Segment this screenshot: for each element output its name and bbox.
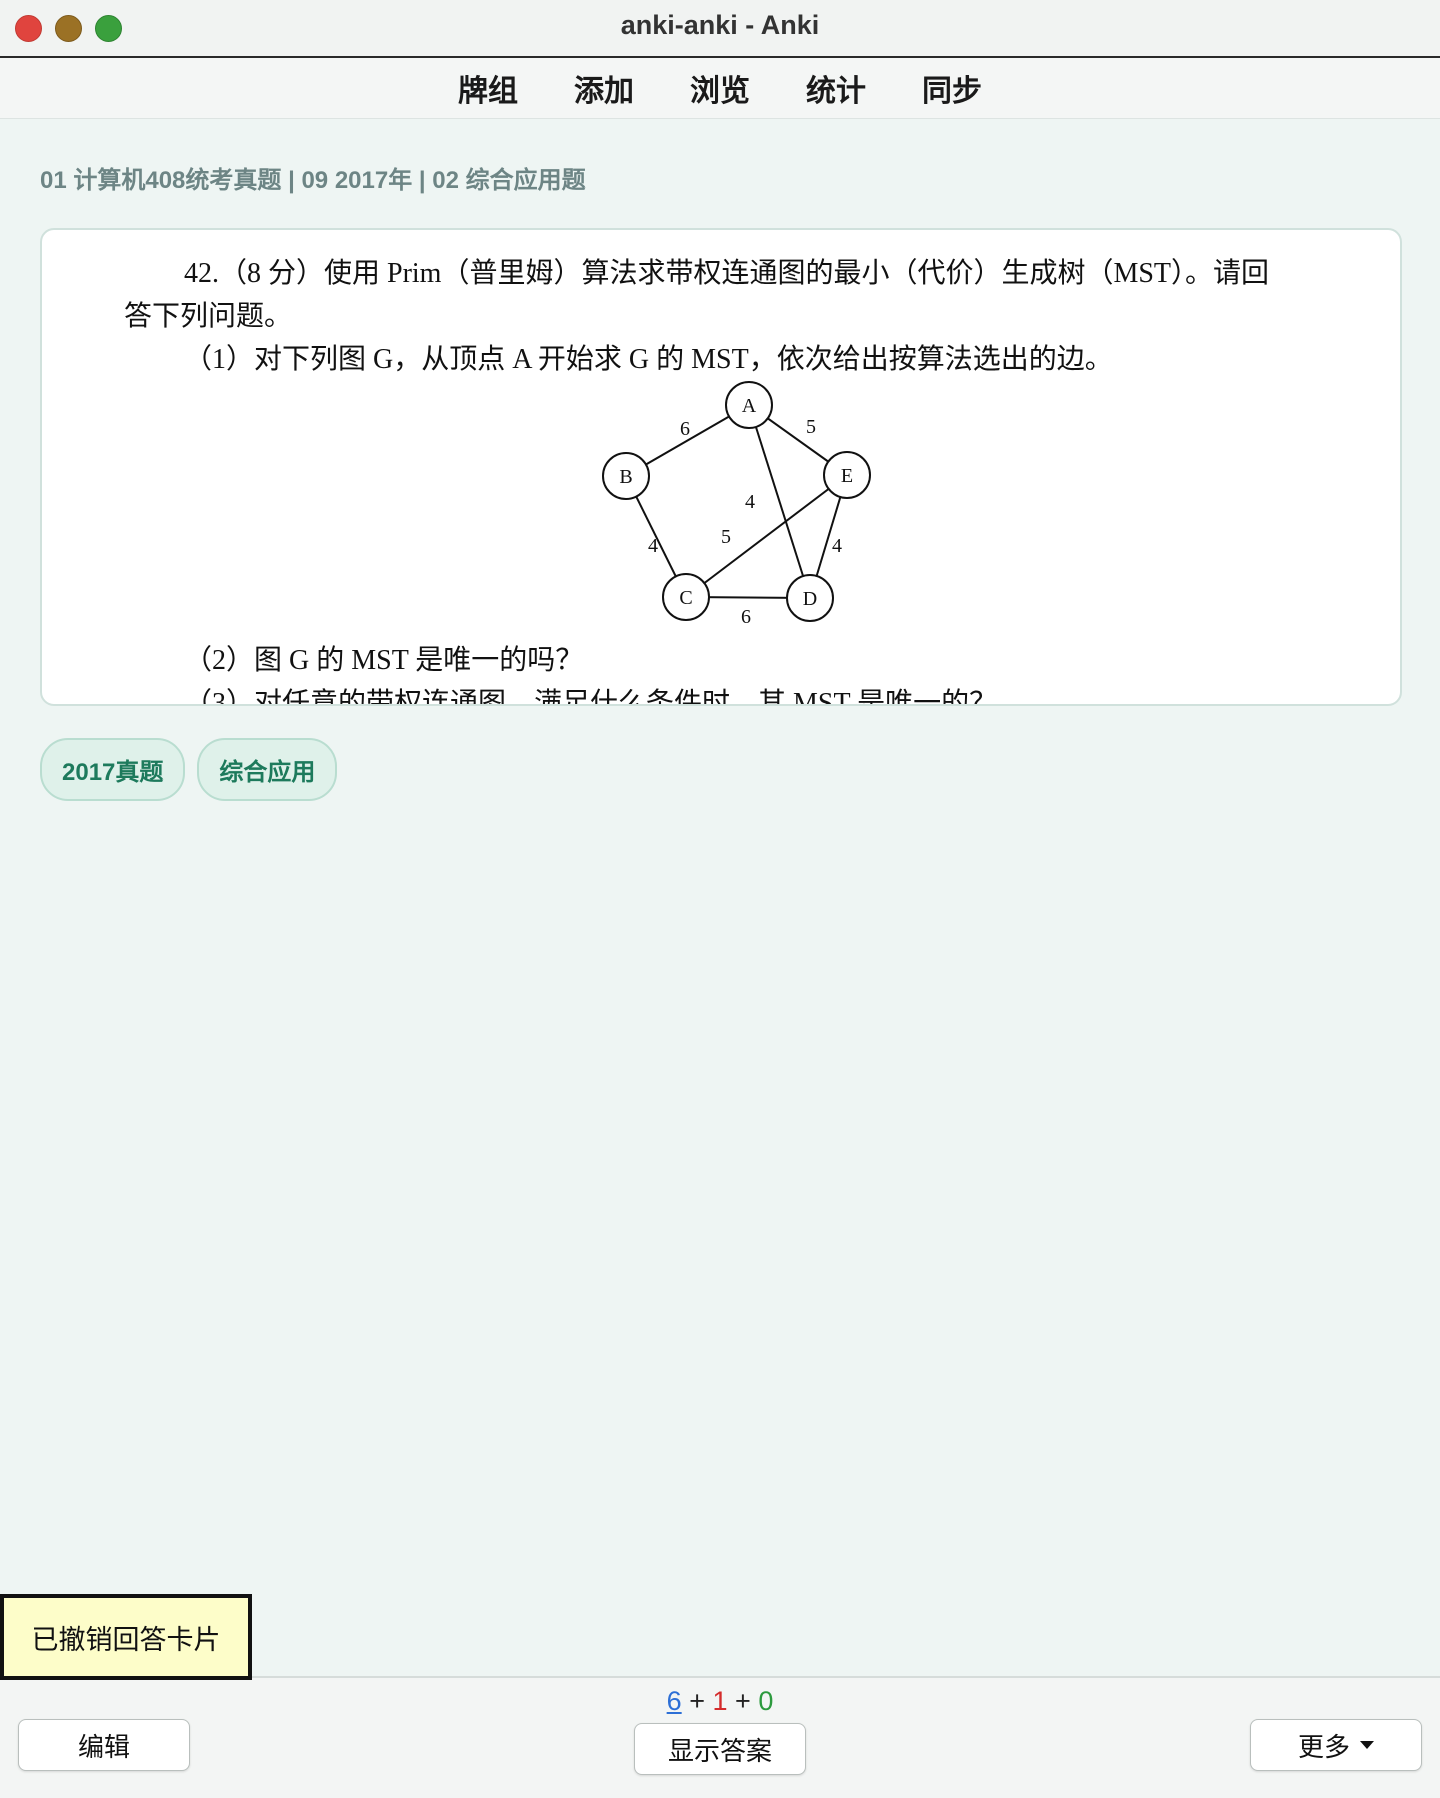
anki-window: anki-anki - Anki 牌组 添加 浏览 统计 同步 01 计算机40… — [0, 0, 1440, 1798]
edit-button-label: 编辑 — [77, 1731, 130, 1762]
question-card: 42.（8 分）使用 Prim（普里姆）算法求带权连通图的最小（代价）生成树（M… — [40, 228, 1402, 706]
edge-a-d — [748, 404, 811, 599]
tag-applied[interactable]: 综合应用 — [197, 738, 338, 801]
weight-c-d: 6 — [741, 606, 751, 626]
question-line-3: （1）对下列图 G，从顶点 A 开始求 G 的 MST，依次给出按算法选出的边。 — [184, 344, 1113, 375]
node-a-label: A — [742, 395, 757, 417]
nav-browse[interactable]: 浏览 — [690, 66, 750, 110]
bottom-bar: 6 + 1 + 0 编辑 显示答案 更多 — [0, 1676, 1440, 1798]
node-e-label: E — [841, 465, 853, 487]
weight-e-d: 4 — [832, 535, 842, 557]
new-count[interactable]: 6 — [667, 1686, 682, 1716]
node-d-label: D — [803, 588, 817, 610]
question-line-2: 答下列问题。 — [124, 301, 293, 332]
weight-b-c: 4 — [648, 535, 658, 557]
window-title: anki-anki - Anki — [620, 10, 820, 40]
weight-c-e: 5 — [721, 526, 731, 548]
learn-count: 1 — [712, 1686, 728, 1716]
more-button[interactable]: 更多 — [1250, 1719, 1422, 1771]
count-separator-1: + — [689, 1686, 705, 1716]
question-line-1: 42.（8 分）使用 Prim（普里姆）算法求带权连通图的最小（代价）生成树（M… — [184, 258, 1270, 289]
tag-list: 2017真题 综合应用 — [40, 738, 338, 801]
count-separator-2: + — [735, 1686, 751, 1716]
undo-toast: 已撤销回答卡片 — [0, 1594, 252, 1680]
show-answer-label: 显示答案 — [667, 1735, 772, 1766]
edit-button[interactable]: 编辑 — [18, 1719, 190, 1771]
top-nav: 牌组 添加 浏览 统计 同步 — [0, 58, 1440, 119]
nav-stats[interactable]: 统计 — [806, 66, 866, 110]
question-line-5: （3）对任意的带权连通图，满足什么条件时，其 MST 是唯一的？ — [184, 688, 998, 706]
nav-decks[interactable]: 牌组 — [458, 66, 518, 110]
graph-g-figure: 6 5 4 4 5 4 6 A B C D E — [602, 381, 871, 626]
review-count: 0 — [758, 1686, 774, 1716]
node-c-label: C — [679, 587, 692, 609]
card-counts: 6 + 1 + 0 — [0, 1686, 1440, 1717]
weight-a-b: 6 — [680, 418, 690, 440]
deck-breadcrumb: 01 计算机408统考真题 | 09 2017年 | 02 综合应用题 — [40, 167, 586, 194]
nav-add[interactable]: 添加 — [574, 66, 634, 110]
caret-down-icon — [1360, 1741, 1374, 1749]
tag-2017[interactable]: 2017真题 — [40, 738, 186, 801]
more-button-label: 更多 — [1297, 1731, 1350, 1762]
weight-a-d: 4 — [745, 491, 755, 513]
weight-a-e: 5 — [806, 416, 816, 438]
question-line-4: （2）图 G 的 MST 是唯一的吗？ — [184, 645, 584, 676]
title-bar: anki-anki - Anki — [0, 0, 1440, 58]
nav-sync[interactable]: 同步 — [922, 66, 982, 110]
node-b-label: B — [619, 466, 632, 488]
show-answer-button[interactable]: 显示答案 — [634, 1723, 806, 1775]
